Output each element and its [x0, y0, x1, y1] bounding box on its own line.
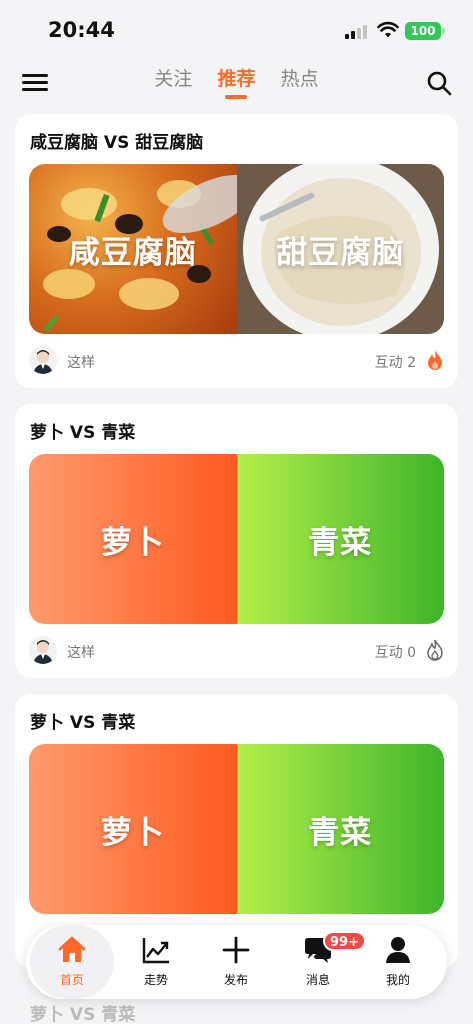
option-right-label: 甜豆腐脑 [276, 234, 405, 271]
signal-icon [345, 23, 371, 39]
tabbar-item-trend[interactable]: 走势 [114, 925, 198, 999]
vs-card[interactable]: 咸豆腐脑 VS 甜豆腐脑 咸豆腐脑 甜豆腐脑 这样 互动 2 [15, 114, 458, 388]
trend-chart-icon [142, 938, 169, 964]
option-right[interactable]: 甜豆腐脑 [236, 164, 444, 334]
option-left-label: 萝卜 [100, 524, 165, 561]
author-name[interactable]: 这样 [67, 352, 95, 372]
tabbar-label: 我的 [385, 973, 410, 987]
status-bar: 20:44 100 [0, 0, 473, 56]
option-left[interactable]: 萝卜 [29, 454, 237, 624]
plus-icon [222, 936, 250, 964]
option-right[interactable]: 青菜 [236, 744, 444, 914]
tabbar-item-profile[interactable]: 我的 [356, 925, 440, 999]
option-left[interactable]: 萝卜 [29, 744, 237, 914]
bottom-tab-bar: 首页 走势 发布 99+ 消息 我的 [26, 925, 447, 999]
tabbar-label: 首页 [59, 973, 84, 987]
option-right-label: 青菜 [308, 524, 373, 561]
avatar[interactable] [29, 636, 57, 664]
tabbar-label: 消息 [305, 973, 330, 987]
option-right-label: 青菜 [308, 814, 373, 851]
flame-icon[interactable] [426, 349, 444, 371]
tab-recommended[interactable]: 推荐 [217, 64, 256, 99]
vs-panel[interactable]: 萝卜 青菜 [29, 454, 444, 624]
card-footer: 这样 互动 2 [29, 346, 444, 376]
option-left-label: 萝卜 [100, 814, 165, 851]
user-icon [386, 937, 410, 963]
feed-tabs: 关注 推荐 热点 [0, 64, 473, 99]
wifi-icon [377, 21, 399, 38]
battery-tip [442, 28, 445, 34]
home-icon [58, 936, 86, 962]
tabbar-label: 走势 [143, 973, 168, 987]
tabbar-item-home[interactable]: 首页 [30, 925, 114, 999]
vs-card[interactable]: 萝卜 VS 青菜 萝卜 青菜 这样 互动 0 [15, 404, 458, 678]
card-title: 萝卜 VS 青菜 [30, 423, 136, 443]
interaction-count: 互动 2 [374, 355, 416, 371]
flame-outline-icon[interactable] [426, 639, 444, 661]
option-left-label: 咸豆腐脑 [68, 234, 197, 271]
vs-panel[interactable]: 萝卜 青菜 [29, 744, 444, 914]
battery-indicator: 100 [405, 22, 441, 40]
tab-following[interactable]: 关注 [154, 64, 192, 99]
interaction-count: 互动 0 [374, 645, 416, 661]
vs-panel[interactable]: 咸豆腐脑 甜豆腐脑 [29, 164, 444, 334]
tab-trending[interactable]: 热点 [281, 64, 319, 99]
top-nav: 关注 推荐 热点 [0, 56, 473, 108]
option-right[interactable]: 青菜 [236, 454, 444, 624]
status-time: 20:44 [48, 18, 115, 42]
tabbar-item-messages[interactable]: 99+ 消息 [276, 925, 366, 999]
author-name[interactable]: 这样 [67, 642, 95, 662]
search-icon[interactable] [426, 70, 452, 96]
card-title: 萝卜 VS 青菜 [30, 713, 136, 733]
tabbar-label: 发布 [223, 973, 248, 987]
card-footer: 这样 互动 0 [29, 636, 444, 666]
option-left[interactable]: 咸豆腐脑 [29, 164, 237, 334]
tabbar-item-publish[interactable]: 发布 [194, 925, 278, 999]
card-title: 咸豆腐脑 VS 甜豆腐脑 [30, 133, 204, 153]
avatar[interactable] [29, 346, 57, 374]
next-card-title: 萝卜 VS 青菜 [30, 1005, 136, 1024]
